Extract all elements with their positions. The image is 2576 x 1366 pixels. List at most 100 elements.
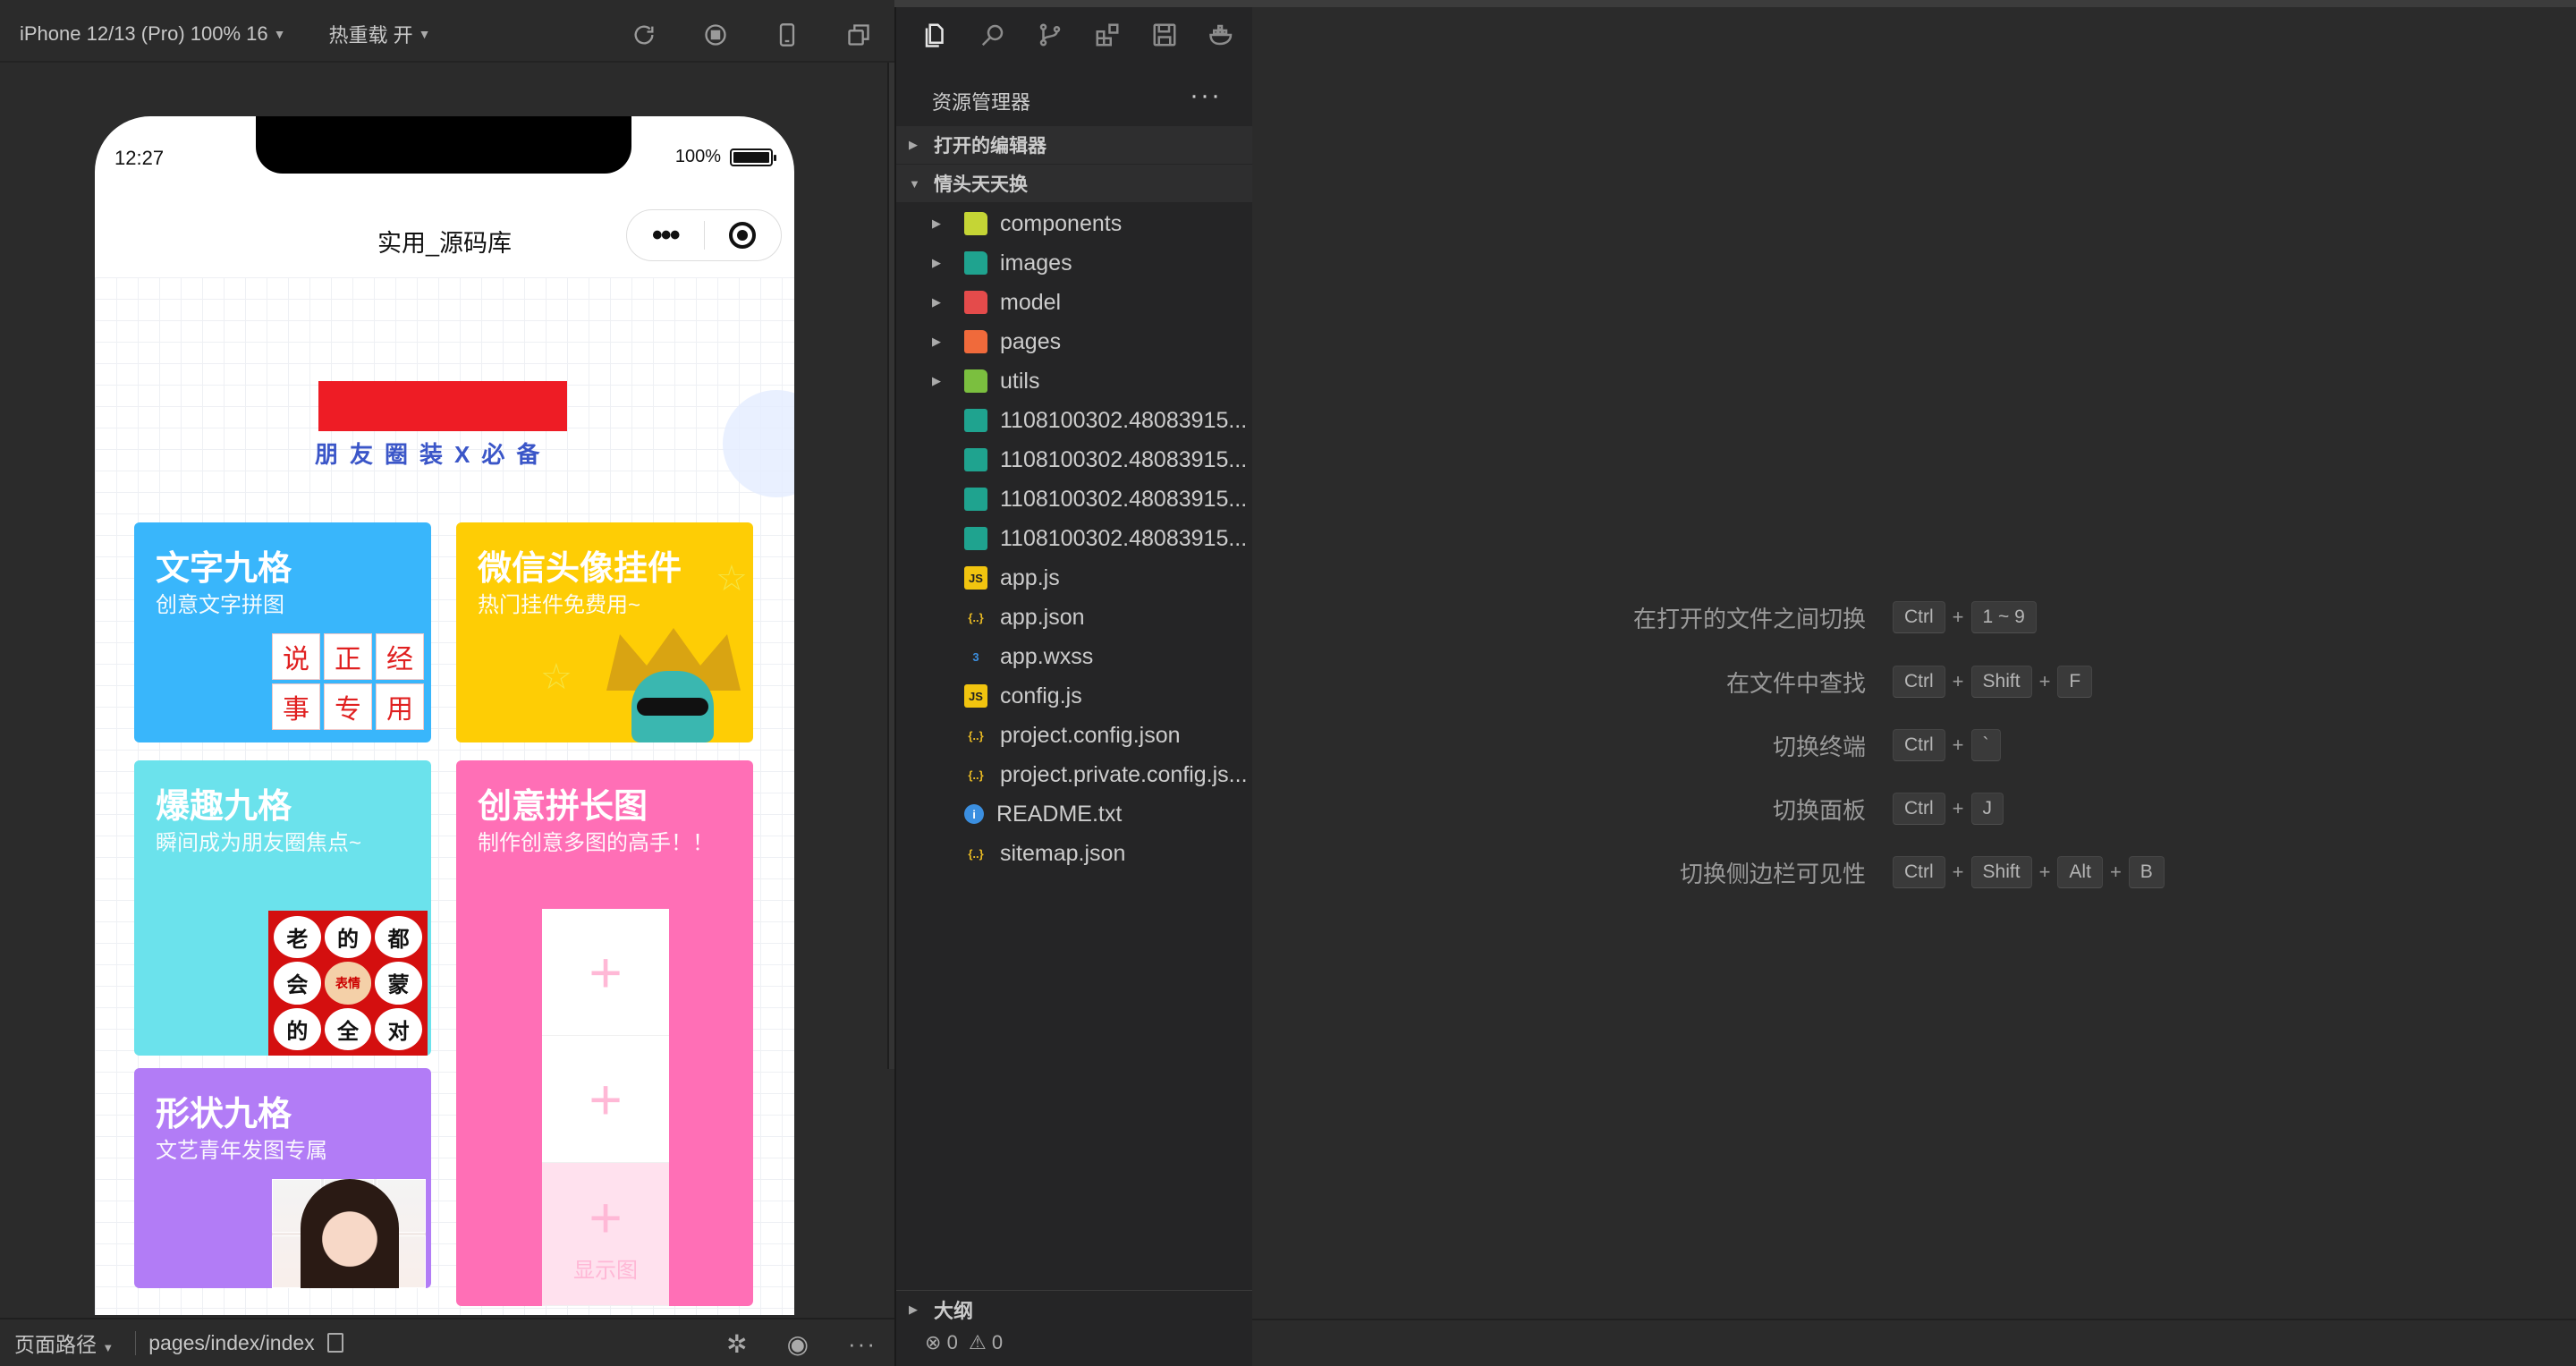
section-open-editors[interactable]: ▶ 打开的编辑器 <box>896 126 1254 164</box>
card-title: 文字九格 <box>156 550 292 588</box>
tree-label: config.js <box>1000 683 1082 708</box>
battery-percent: 100% <box>674 147 721 166</box>
chevron-down-icon: ▼ <box>102 1341 114 1354</box>
key-cap: Alt <box>2057 856 2103 888</box>
simulator-pane: iPhone 12/13 (Pro) 100% 16 ▼ 热重载 开 ▼ 12:27… <box>0 0 894 1366</box>
grid-char: 会 <box>274 962 321 1005</box>
eye-icon[interactable]: ◉ <box>787 1329 809 1359</box>
tree-folder[interactable]: ▶ model <box>896 283 1254 322</box>
stop-icon[interactable] <box>680 7 751 63</box>
error-count: 0 <box>946 1330 958 1353</box>
tree-folder[interactable]: ▶ pages <box>896 322 1254 361</box>
tree-folder[interactable]: ▶ images <box>896 243 1254 283</box>
card-avatar-pendant[interactable]: 微信头像挂件 热门挂件免费用~ ☆ ☆ <box>456 522 753 742</box>
tree-file[interactable]: 1108100302.48083915... <box>896 479 1254 519</box>
js-file-icon: JS <box>964 684 987 708</box>
tree-file[interactable]: {..} project.config.json <box>896 716 1254 755</box>
close-miniprogram-icon[interactable] <box>705 222 782 249</box>
more-icon[interactable]: ••• <box>627 220 704 250</box>
key-cap: ` <box>1970 729 2001 761</box>
problems-indicator[interactable]: ⊗ 0 ⚠ 0 <box>896 1319 1254 1366</box>
simulator-toolbar: iPhone 12/13 (Pro) 100% 16 ▼ 热重载 开 ▼ <box>0 7 894 63</box>
grid-char: 用 <box>376 683 424 730</box>
tree-folder[interactable]: ▶ components <box>896 204 1254 243</box>
section-label: 打开的编辑器 <box>934 136 1046 157</box>
refresh-icon[interactable] <box>608 7 680 63</box>
card-shape-grid[interactable]: 形状九格 文艺青年发图专属 <box>134 1068 431 1288</box>
debug-icon[interactable]: ✲ <box>726 1329 747 1359</box>
tree-file[interactable]: {..} app.json <box>896 598 1254 637</box>
grid-char: 说 <box>272 633 320 680</box>
key-cap: 1 ~ 9 <box>1970 601 2037 633</box>
extensions-icon[interactable] <box>1079 7 1136 63</box>
folder-file-icon <box>964 251 987 275</box>
tree-file[interactable]: 1108100302.48083915... <box>896 440 1254 479</box>
docker-icon[interactable] <box>1193 7 1250 63</box>
warning-count: 0 <box>991 1330 1004 1353</box>
tree-file[interactable]: {..} sitemap.json <box>896 834 1254 873</box>
tree-label: README.txt <box>996 801 1123 827</box>
tree-label: images <box>1000 250 1072 276</box>
tree-file[interactable]: i README.txt <box>896 794 1254 834</box>
key-cap: Ctrl <box>1893 666 1945 698</box>
section-project[interactable]: ▼ 情头天天换 <box>896 165 1254 202</box>
hot-reload-select[interactable]: 热重载 开 ▼ <box>329 20 431 48</box>
tree-label: 1108100302.48083915... <box>1000 446 1248 472</box>
tree-file[interactable]: 1108100302.48083915... <box>896 401 1254 440</box>
pane-splitter[interactable] <box>887 63 894 1069</box>
card-subtitle: 瞬间成为朋友圈焦点~ <box>156 831 362 855</box>
plus-icon: + <box>542 1036 669 1163</box>
avatar-pendant-illustration <box>597 628 748 742</box>
tree-label: components <box>1000 210 1123 236</box>
more-icon[interactable]: ··· <box>848 1330 877 1358</box>
card-subtitle: 制作创意多图的高手！！ <box>478 831 714 855</box>
grid-face: 表情 <box>324 962 372 1005</box>
tree-folder[interactable]: ▶ utils <box>896 361 1254 401</box>
page-path-select[interactable]: 页面路径 ▼ <box>14 1328 114 1358</box>
card-long-collage[interactable]: 创意拼长图 制作创意多图的高手！！ + + + 显示图 <box>456 760 753 1306</box>
card-fun-grid[interactable]: 爆趣九格 瞬间成为朋友圈焦点~ 老 的 都 会 表情 蒙 的 全 对 <box>134 760 431 1056</box>
json-file-icon: {..} <box>968 610 984 624</box>
tree-label: pages <box>1000 328 1062 354</box>
file-tree: ▶ components ▶ images ▶ model ▶ pages ▶ utils 1108… <box>896 204 1254 873</box>
text-grid-preview: 说 正 经 事 专 用 <box>272 633 424 730</box>
phone-icon[interactable] <box>751 7 823 63</box>
plus-separator: + <box>2109 861 2122 883</box>
image-file-icon <box>964 448 987 471</box>
page-path: pages/index/index <box>148 1330 315 1354</box>
tree-file[interactable]: 3 app.wxss <box>896 637 1254 676</box>
tree-label: 1108100302.48083915... <box>1000 486 1248 512</box>
tree-file[interactable]: JS config.js <box>896 676 1254 716</box>
tree-label: model <box>1000 289 1062 315</box>
tree-file[interactable]: 1108100302.48083915... <box>896 519 1254 558</box>
placeholder-label: 显示图 <box>573 1259 638 1283</box>
chevron-right-icon: ▶ <box>909 1302 918 1316</box>
plus-separator: + <box>1952 606 1964 628</box>
save-icon[interactable] <box>1136 7 1193 63</box>
search-icon[interactable] <box>964 7 1021 63</box>
shortcut-label: 切换侧边栏可见性 <box>1679 860 1866 887</box>
chevron-right-icon: ▶ <box>932 374 941 387</box>
card-title: 创意拼长图 <box>478 788 648 826</box>
tree-file[interactable]: JS app.js <box>896 558 1254 598</box>
grid-char: 蒙 <box>375 962 422 1005</box>
tree-label: 1108100302.48083915... <box>1000 407 1248 433</box>
grid-char: 经 <box>376 633 424 680</box>
device-select[interactable]: iPhone 12/13 (Pro) 100% 16 ▼ <box>20 22 286 46</box>
key-cap: Ctrl <box>1893 601 1945 633</box>
chevron-right-icon: ▶ <box>932 295 941 309</box>
more-icon[interactable]: ··· <box>1190 82 1222 109</box>
card-text-grid[interactable]: 文字九格 创意文字拼图 说 正 经 事 专 用 <box>134 522 431 742</box>
tree-file[interactable]: {..} project.private.config.js... <box>896 755 1254 794</box>
tree-label: sitemap.json <box>1000 840 1126 866</box>
banner-text: 朋友圈装X必备 <box>315 441 552 468</box>
files-icon[interactable] <box>907 7 964 63</box>
popout-icon[interactable] <box>823 7 894 63</box>
explorer-header: 资源管理器 ··· <box>896 82 1254 120</box>
folder-file-icon <box>964 212 987 235</box>
shortcut-row: 在打开的文件之间切换 Ctrl +1 ~ 9 <box>1252 599 2576 635</box>
plus-icon: + <box>542 909 669 1036</box>
source-control-icon[interactable] <box>1021 7 1079 63</box>
json-file-icon: {..} <box>968 768 984 782</box>
copy-icon[interactable] <box>326 1333 343 1353</box>
